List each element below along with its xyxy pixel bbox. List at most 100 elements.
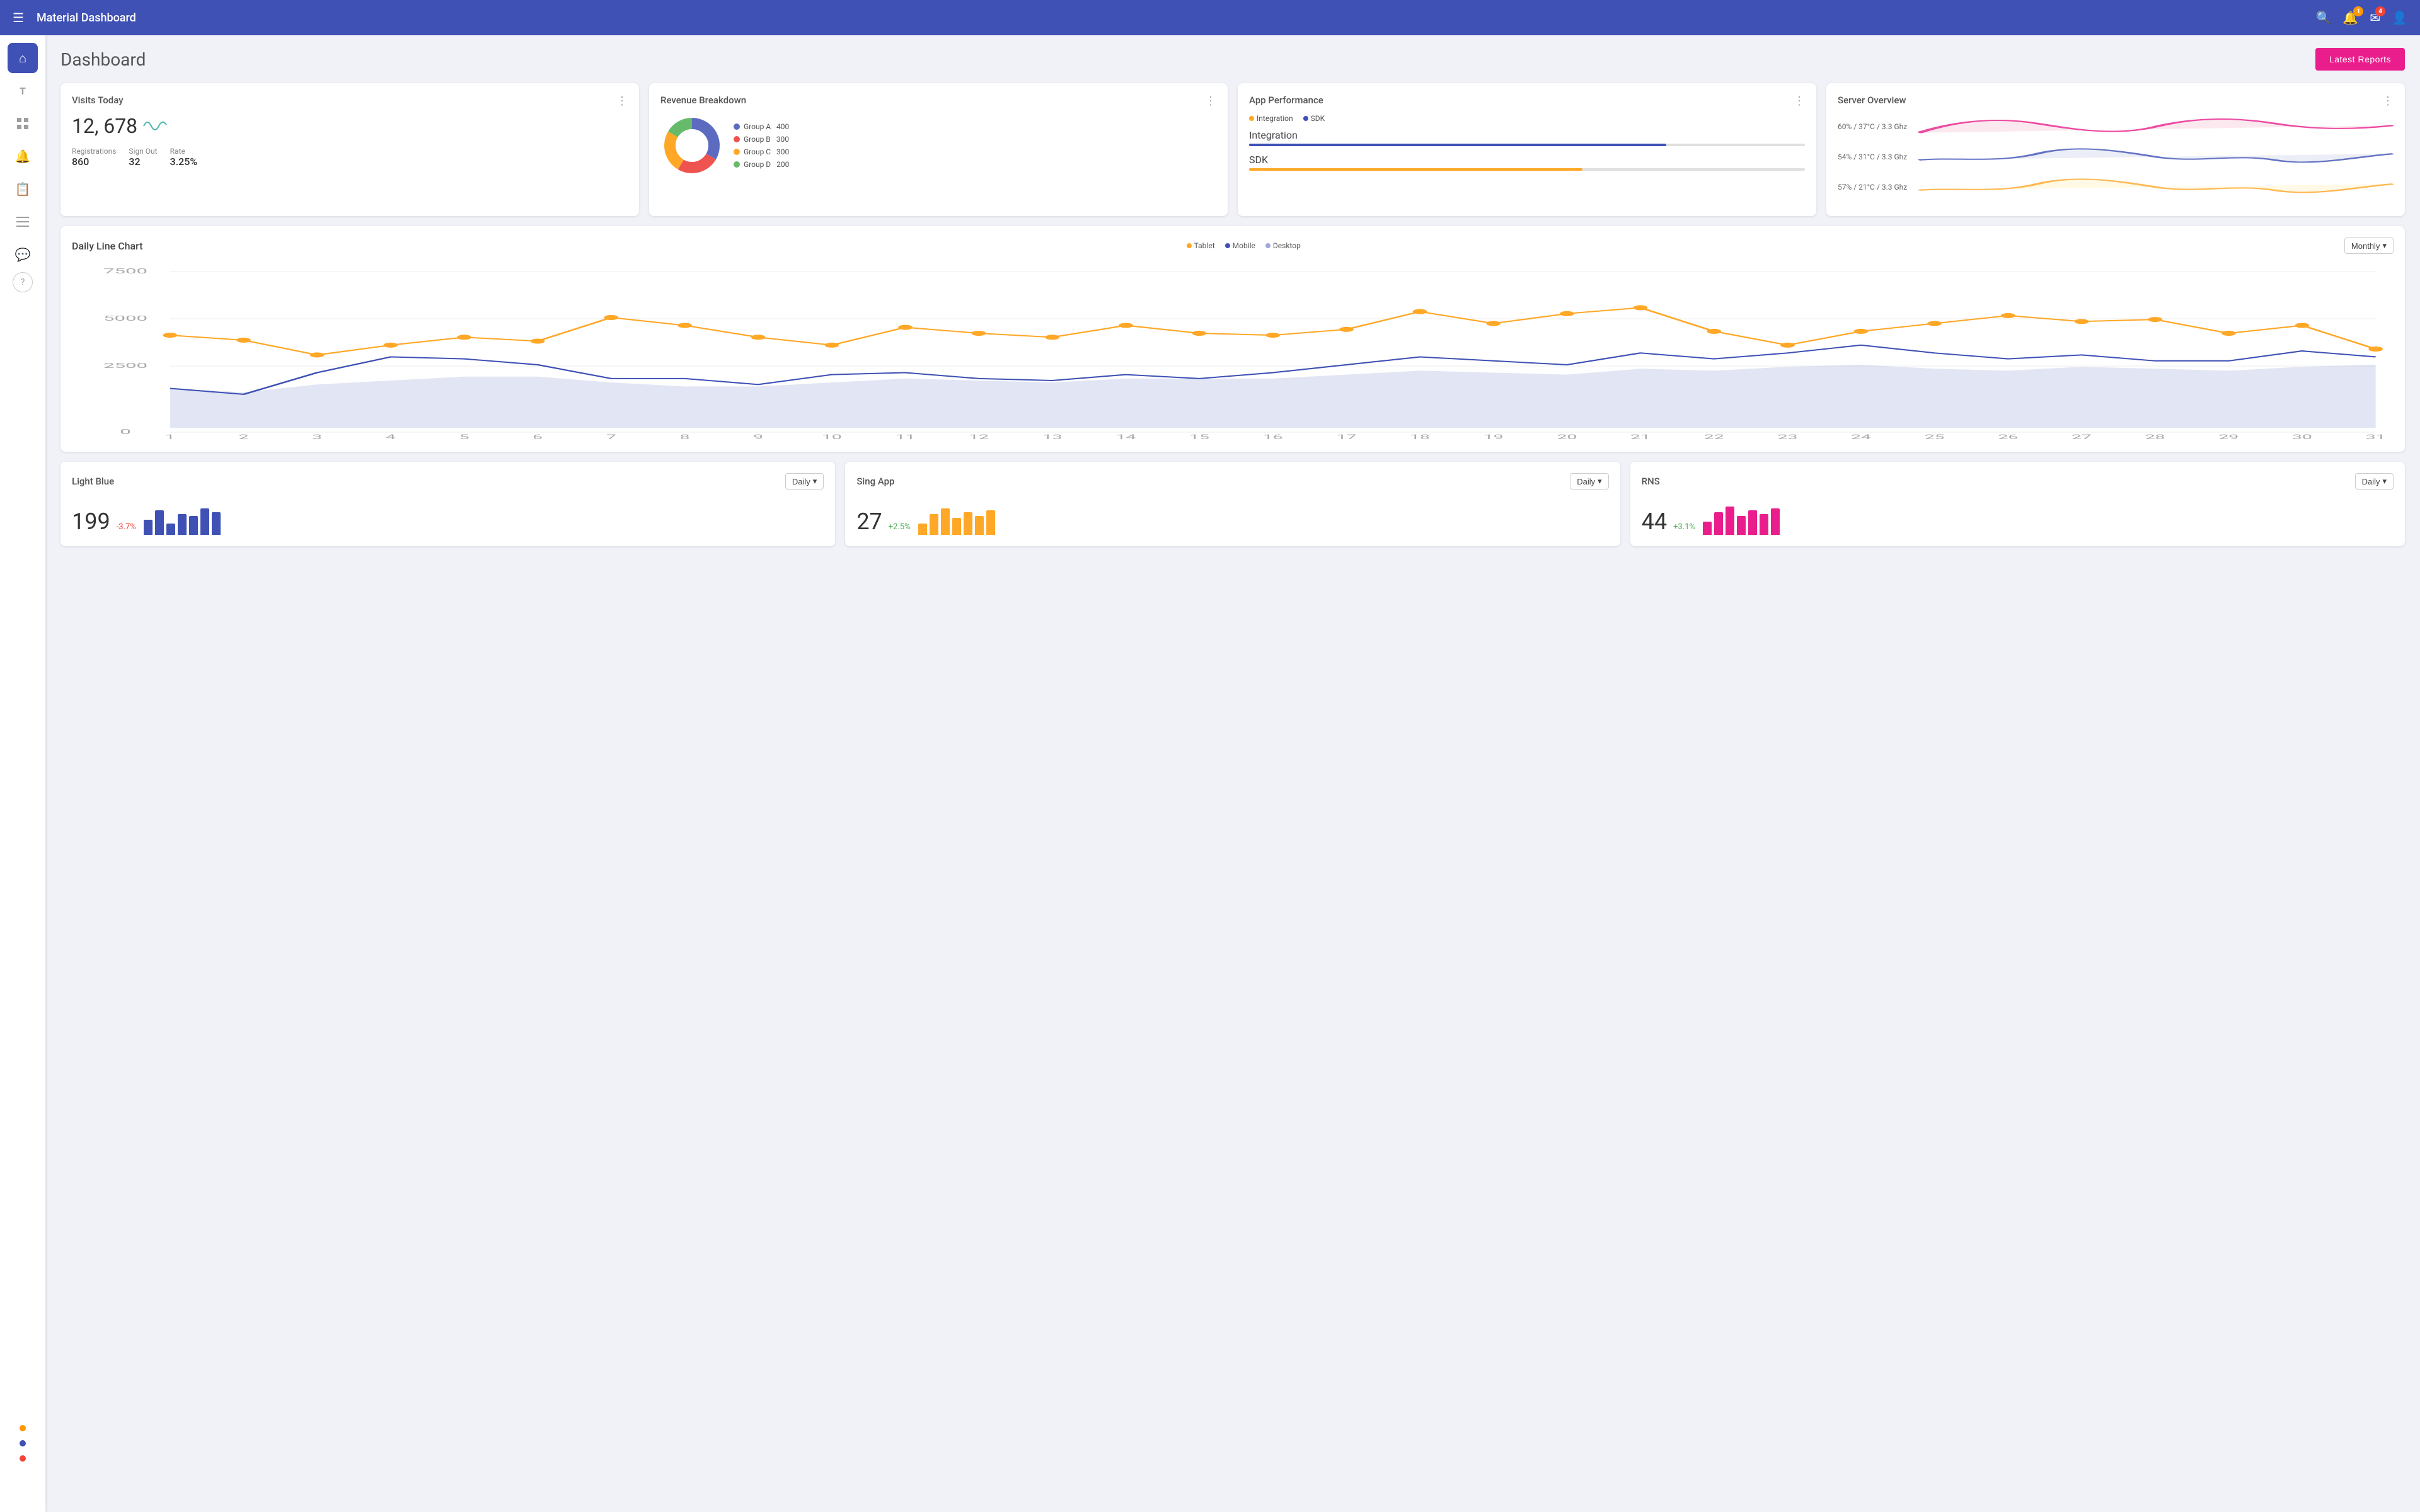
chart-legend-mobile: Mobile	[1225, 241, 1255, 250]
perf-integration-label: Integration	[1249, 129, 1805, 141]
tablet-dot-12	[1045, 335, 1059, 340]
bottom-bars-2	[1703, 497, 1780, 535]
notifications-button[interactable]: 🔔 1	[2342, 10, 2358, 25]
x-label-16: 17	[1337, 433, 1357, 440]
server-row-1: 54% / 31°C / 3.3 Ghz	[1838, 144, 2394, 169]
perf-integration-bar	[1249, 144, 1666, 146]
tablet-dot-30	[2368, 346, 2383, 352]
signout-label: Sign Out	[129, 147, 157, 156]
bottom-bar	[1726, 507, 1734, 535]
tablet-dot-26	[2075, 319, 2089, 324]
perf-legend-sdk: SDK	[1303, 114, 1325, 123]
bottom-card-0: Light Blue Daily ▾ 199 -3.7%	[60, 462, 835, 546]
bottom-bar	[1737, 516, 1746, 535]
bottom-bar	[952, 518, 961, 535]
x-label-15: 16	[1263, 433, 1283, 440]
legend-dot-b	[734, 136, 740, 142]
bottom-change-1: +2.5%	[889, 522, 911, 532]
bottom-card-2: RNS Daily ▾ 44 +3.1%	[1630, 462, 2405, 546]
chevron-down-icon: ▾	[2382, 241, 2387, 251]
bottom-period-selector-2[interactable]: Daily ▾	[2355, 473, 2394, 490]
server-row-label-2: 57% / 21°C / 3.3 Ghz	[1838, 183, 1913, 192]
chart-dot-tablet	[1187, 243, 1192, 248]
sidebar-item-help[interactable]: ?	[13, 272, 33, 292]
sidebar-item-bell[interactable]: 🔔	[8, 141, 38, 171]
bottom-bar	[166, 524, 175, 535]
dot-orange	[20, 1425, 26, 1431]
tablet-dot-14	[1192, 331, 1207, 336]
perf-card-header: App Performance ⋮	[1249, 94, 1805, 108]
visits-menu-icon[interactable]: ⋮	[616, 94, 628, 108]
x-label-10: 11	[896, 433, 916, 440]
bottom-bar	[1760, 514, 1768, 535]
sidebar-item-list[interactable]	[8, 207, 38, 237]
bottom-bar	[975, 516, 984, 535]
tablet-dot-19	[1560, 311, 1574, 316]
x-label-0: 1	[165, 433, 175, 440]
bottom-card-header-0: Light Blue Daily ▾	[72, 473, 824, 490]
topnav-icons: 🔍 🔔 1 ✉ 4 👤	[2316, 10, 2407, 25]
x-label-25: 26	[1998, 433, 2019, 440]
bottom-bar	[964, 512, 972, 535]
x-label-13: 14	[1116, 433, 1136, 440]
page-header: Dashboard Latest Reports	[60, 48, 2405, 71]
desktop-area	[170, 365, 2376, 428]
bottom-period-selector-1[interactable]: Daily ▾	[1570, 473, 1608, 490]
legend-dot-c	[734, 149, 740, 155]
perf-sdk-bar-bg	[1249, 168, 1805, 171]
sidebar-item-book[interactable]: 📋	[8, 174, 38, 204]
sidebar-item-grid[interactable]	[8, 108, 38, 139]
server-row-2: 57% / 21°C / 3.3 Ghz	[1838, 175, 2394, 200]
svg-text:7500: 7500	[103, 267, 147, 275]
bottom-bar	[930, 514, 938, 535]
period-selector[interactable]: Monthly ▾	[2344, 238, 2394, 254]
bottom-bars-0	[144, 497, 221, 535]
bottom-bar	[941, 508, 950, 535]
sidebar-item-text[interactable]: T	[8, 76, 38, 106]
bottom-bar	[1748, 510, 1757, 535]
rate-value: 3.25%	[170, 156, 198, 168]
bottom-bar	[1771, 508, 1780, 535]
search-button[interactable]: 🔍	[2316, 10, 2332, 25]
bottom-bar	[986, 510, 995, 535]
perf-menu-icon[interactable]: ⋮	[1794, 94, 1805, 108]
mail-button[interactable]: ✉ 4	[2370, 10, 2380, 25]
sidebar-item-home[interactable]: ⌂	[8, 43, 38, 73]
bottom-card-title-2: RNS	[1642, 476, 1660, 487]
bottom-change-0: -3.7%	[117, 522, 136, 532]
tablet-dot-23	[1854, 329, 1869, 334]
latest-reports-button[interactable]: Latest Reports	[2315, 48, 2405, 71]
tablet-dot-4	[457, 335, 471, 340]
visits-today-card: Visits Today ⋮ 12, 678 Registrations 860	[60, 83, 639, 216]
svg-text:5000: 5000	[103, 314, 147, 323]
bottom-period-selector-0[interactable]: Daily ▾	[785, 473, 824, 490]
perf-sdk-section: SDK	[1249, 154, 1805, 171]
x-label-2: 3	[312, 433, 322, 440]
server-sparkline-2	[1918, 175, 2394, 200]
rate-label: Rate	[170, 147, 198, 156]
user-button[interactable]: 👤	[2392, 10, 2407, 25]
line-chart-svg: 7500 5000 2500 0 12345678910111213141516…	[72, 264, 2394, 440]
server-rows: 60% / 37°C / 3.3 Ghz 54% / 31°C / 3.3 Gh…	[1838, 114, 2394, 200]
x-label-23: 24	[1851, 433, 1871, 440]
hamburger-icon[interactable]: ☰	[13, 10, 24, 25]
legend-label-c: Group C 300	[744, 147, 789, 156]
perf-label-sdk: SDK	[1311, 114, 1325, 123]
sidebar-item-chat[interactable]: 💬	[8, 239, 38, 270]
server-menu-icon[interactable]: ⋮	[2382, 94, 2394, 108]
x-label-29: 30	[2292, 433, 2312, 440]
signout-value: 32	[129, 156, 157, 168]
x-label-24: 25	[1925, 433, 1945, 440]
chart-label-desktop: Desktop	[1273, 241, 1301, 250]
bottom-bar	[189, 516, 198, 535]
legend-label-b: Group B 300	[744, 135, 789, 144]
bottom-content-0: 199 -3.7%	[72, 497, 824, 535]
server-row-0: 60% / 37°C / 3.3 Ghz	[1838, 114, 2394, 139]
server-row-label-1: 54% / 31°C / 3.3 Ghz	[1838, 152, 1913, 161]
bottom-number-section-2: 44 +3.1%	[1642, 508, 1695, 535]
legend-group-c: Group C 300	[734, 147, 789, 156]
revenue-menu-icon[interactable]: ⋮	[1205, 94, 1216, 108]
main-content: Dashboard Latest Reports Visits Today ⋮ …	[45, 35, 2420, 1512]
bottom-bar	[1703, 522, 1712, 535]
x-label-8: 9	[753, 433, 763, 440]
